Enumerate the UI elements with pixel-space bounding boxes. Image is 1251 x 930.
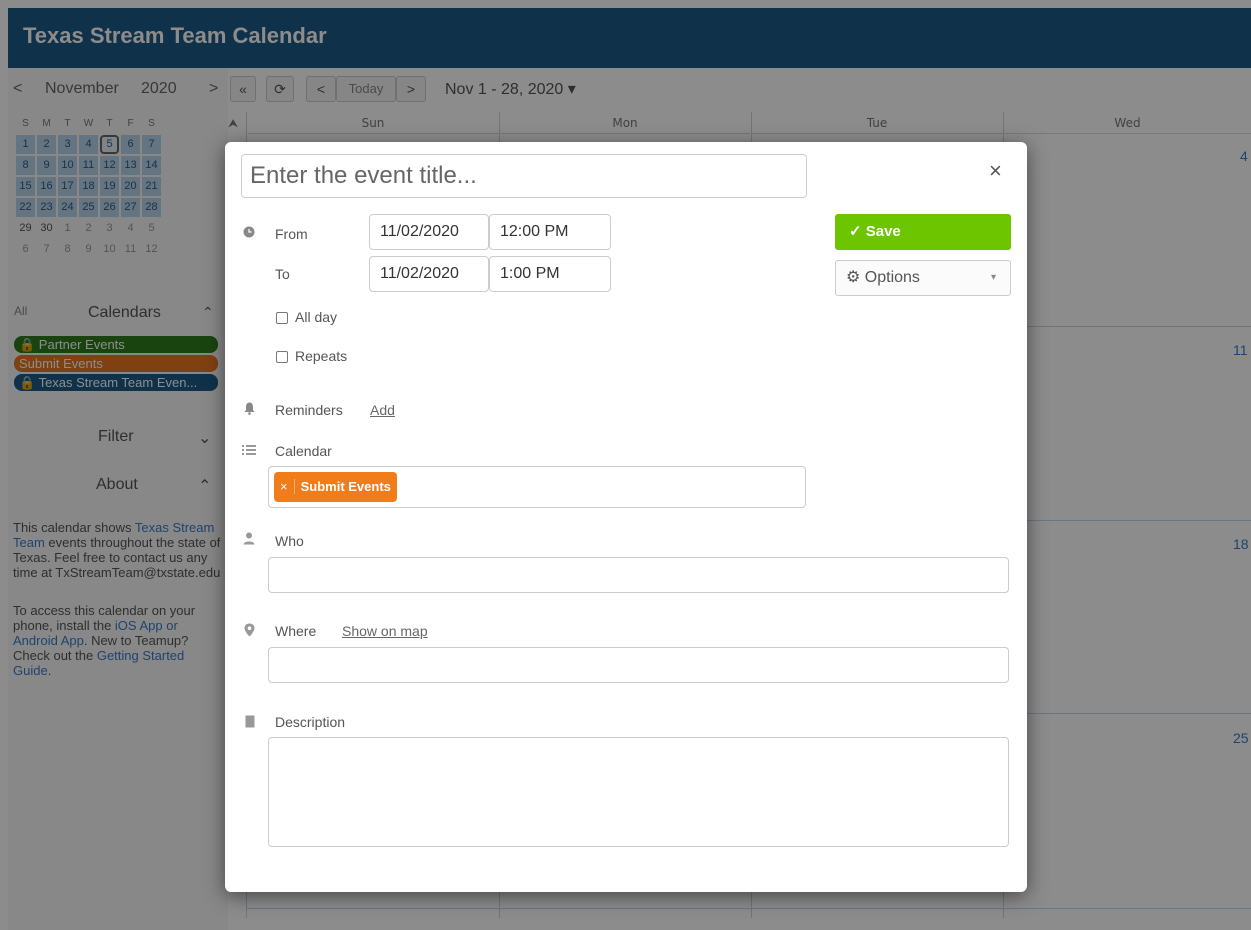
from-label: From	[275, 226, 308, 242]
options-dropdown[interactable]: ⚙ Options ▾	[835, 260, 1011, 296]
end-date-field[interactable]: 11/02/2020	[369, 256, 489, 292]
to-label: To	[275, 266, 290, 282]
description-textarea[interactable]	[268, 737, 1009, 847]
reminders-label: Reminders	[275, 402, 343, 418]
clock-icon	[243, 226, 255, 241]
options-label: ⚙ Options	[846, 269, 920, 286]
caret-down-icon: ▾	[990, 272, 996, 283]
description-label: Description	[275, 714, 346, 730]
close-icon[interactable]: ×	[989, 158, 1002, 184]
all-day-checkbox[interactable]	[276, 312, 288, 324]
remove-tag-icon[interactable]: ×	[280, 479, 295, 494]
who-label: Who	[275, 533, 304, 549]
all-day-label: All day	[295, 309, 338, 325]
save-button[interactable]: ✓ Save	[835, 214, 1011, 250]
start-date-field[interactable]: 11/02/2020	[369, 214, 489, 250]
where-label: Where	[275, 623, 317, 639]
repeats-checkbox[interactable]	[276, 351, 288, 363]
user-icon	[243, 532, 255, 548]
calendar-tag-submit-events: × Submit Events	[274, 472, 397, 502]
map-pin-icon	[244, 623, 255, 640]
list-icon	[242, 444, 256, 459]
calendar-tag-label: Submit Events	[300, 479, 391, 494]
calendar-label: Calendar	[275, 443, 332, 459]
start-time-field[interactable]: 12:00 PM	[489, 214, 611, 250]
event-editor-dialog: × From 11/02/2020 12:00 PM To 11/02/2020…	[225, 142, 1027, 892]
end-time-field[interactable]: 1:00 PM	[489, 256, 611, 292]
bell-icon	[244, 402, 255, 418]
add-reminder-link[interactable]: Add	[370, 402, 395, 418]
show-on-map-link[interactable]: Show on map	[342, 623, 428, 639]
who-input[interactable]	[268, 557, 1009, 593]
document-icon	[245, 715, 255, 731]
repeats-label: Repeats	[295, 348, 348, 364]
event-title-input[interactable]	[241, 154, 807, 198]
where-input[interactable]	[268, 647, 1009, 683]
